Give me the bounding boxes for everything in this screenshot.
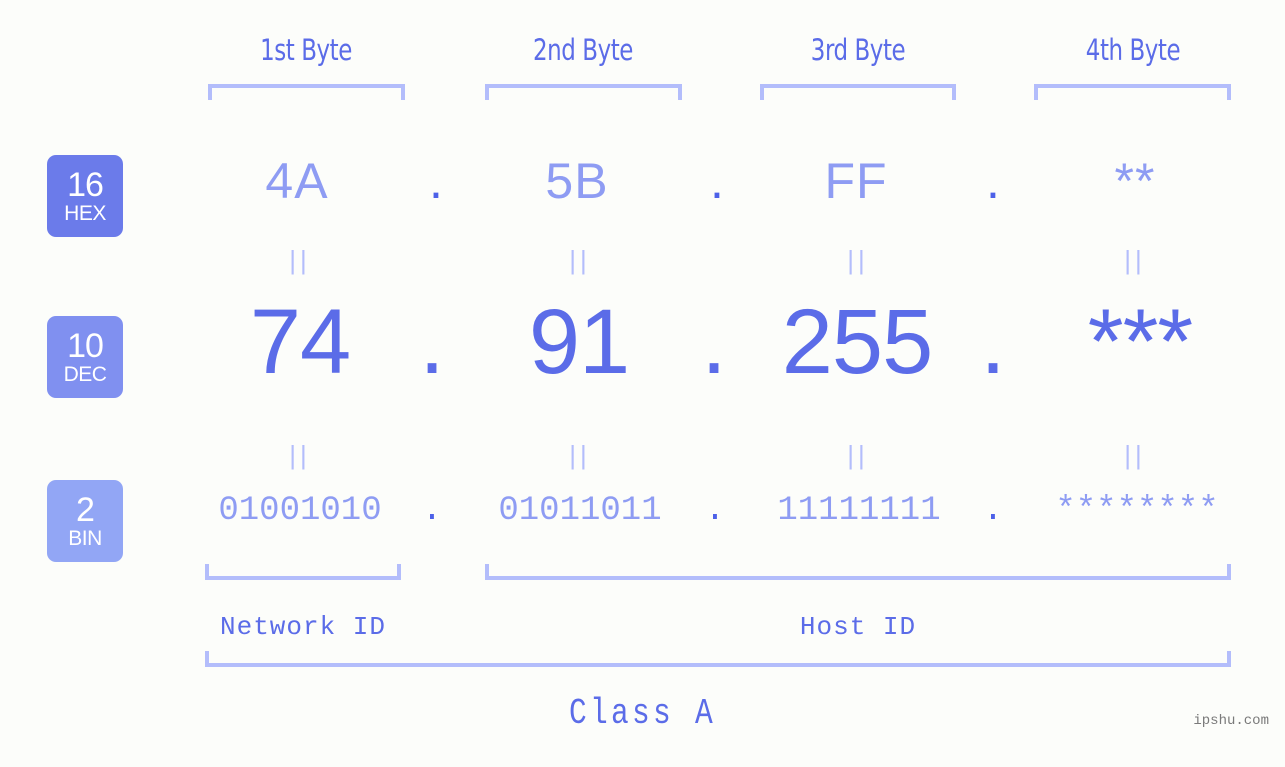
hex-byte-3: FF (824, 153, 888, 209)
base-badge-bin-label: BIN (68, 527, 102, 550)
bin-byte-2: 01011011 (498, 492, 662, 530)
class-bracket (205, 651, 1231, 667)
bin-byte-1: 01001010 (218, 492, 382, 530)
byte-header-1: 1st Byte (260, 33, 352, 67)
dec-byte-2: 91 (528, 291, 630, 393)
dec-separator-1: . (419, 291, 445, 393)
equals-connector-dec-bin-1: || (289, 440, 311, 470)
host-id-bracket (485, 564, 1231, 580)
bin-separator-3: . (982, 492, 1004, 530)
equals-connector-dec-bin-4: || (1124, 440, 1146, 470)
bin-separator-1: . (421, 492, 443, 530)
base-badge-dec: 10 DEC (47, 316, 123, 398)
byte-bracket-top-1 (208, 84, 405, 100)
dec-separator-3: . (980, 291, 1006, 393)
hex-byte-1: 4A (265, 153, 329, 209)
base-badge-bin: 2 BIN (47, 480, 123, 562)
host-id-label: Host ID (799, 612, 917, 642)
ip-byte-breakdown-diagram: 1st Byte 2nd Byte 3rd Byte 4th Byte 16 H… (0, 0, 1285, 767)
dec-byte-1: 74 (249, 291, 351, 393)
byte-header-2: 2nd Byte (533, 33, 633, 67)
hex-separator-3: . (986, 153, 1000, 209)
site-watermark: ipshu.com (1193, 713, 1269, 729)
dec-separator-2: . (701, 291, 727, 393)
network-id-bracket (205, 564, 401, 580)
equals-connector-hex-dec-3: || (847, 245, 869, 275)
base-badge-dec-label: DEC (63, 363, 107, 386)
equals-connector-hex-dec-4: || (1124, 245, 1146, 275)
equals-connector-hex-dec-2: || (569, 245, 591, 275)
equals-connector-hex-dec-1: || (289, 245, 311, 275)
network-id-label: Network ID (219, 612, 387, 642)
base-badge-dec-number: 10 (67, 327, 104, 365)
byte-bracket-top-3 (760, 84, 956, 100)
base-badge-bin-number: 2 (76, 491, 95, 529)
dec-byte-3: 255 (781, 291, 934, 393)
base-badge-hex-number: 16 (67, 166, 104, 204)
byte-header-3: 3rd Byte (810, 33, 906, 67)
bin-separator-2: . (704, 492, 726, 530)
equals-connector-dec-bin-3: || (847, 440, 869, 470)
byte-header-4: 4th Byte (1085, 33, 1181, 67)
hex-byte-2: 5B (545, 153, 609, 209)
bin-byte-4: ******** (1055, 492, 1219, 530)
equals-connector-dec-bin-2: || (569, 440, 591, 470)
base-badge-hex: 16 HEX (47, 155, 123, 237)
bin-byte-3: 11111111 (777, 492, 941, 530)
hex-separator-2: . (710, 153, 724, 209)
hex-separator-1: . (429, 153, 443, 209)
byte-bracket-top-4 (1034, 84, 1231, 100)
base-badge-hex-label: HEX (64, 202, 106, 225)
dec-byte-4: *** (1087, 291, 1193, 393)
class-label: Class A (569, 693, 716, 734)
byte-bracket-top-2 (485, 84, 682, 100)
hex-byte-4: ** (1114, 153, 1156, 209)
